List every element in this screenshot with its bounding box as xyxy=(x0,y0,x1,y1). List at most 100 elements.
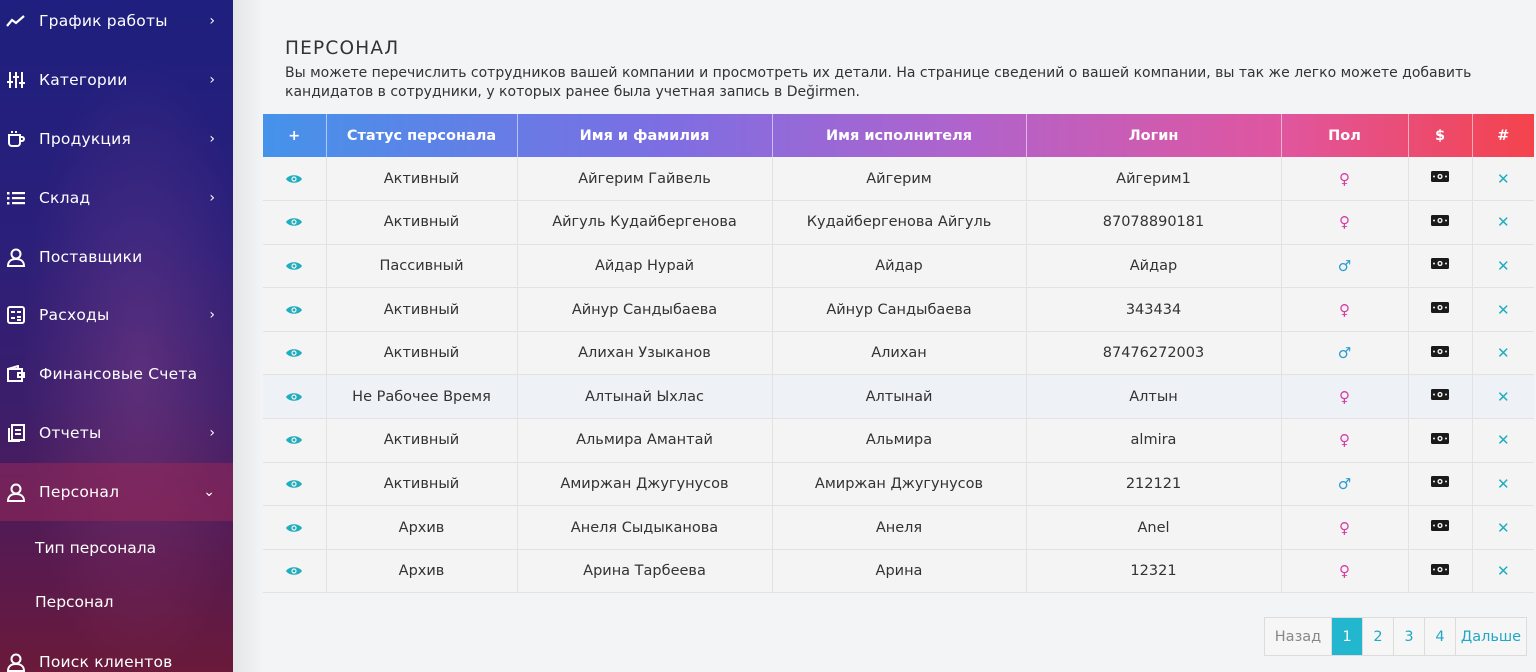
pagination-page-3[interactable]: 3 xyxy=(1394,618,1425,655)
cup-icon xyxy=(4,127,28,151)
cell-performer: Айнур Сандыбаева xyxy=(772,287,1027,332)
view-eye-icon[interactable] xyxy=(263,200,327,245)
cell-login: 87078890181 xyxy=(1026,200,1282,245)
cell-name: Айгерим Гайвель xyxy=(517,157,773,202)
cell-status: Не Рабочее Время xyxy=(326,374,518,420)
sidebar-item-client-search[interactable]: Поиск клиентов xyxy=(0,633,233,672)
cell-name: Амиржан Джугунусов xyxy=(517,462,773,507)
table-row: Активный Алихан Узыканов Алихан 87476272003… xyxy=(263,331,1534,376)
pagination-page-4[interactable]: 4 xyxy=(1425,618,1456,655)
view-eye-icon[interactable] xyxy=(263,157,327,202)
sidebar-subitem-staff-type[interactable]: Тип персонала xyxy=(35,539,156,557)
sidebar-item-staff[interactable]: Персонал ⌄ xyxy=(0,463,233,521)
column-header-actions[interactable]: # xyxy=(1472,114,1534,157)
view-eye-icon[interactable] xyxy=(263,287,327,332)
pagination-prev-button[interactable]: Назад xyxy=(1265,618,1332,655)
male-icon: ♂ xyxy=(1281,462,1409,507)
cell-login: 343434 xyxy=(1026,287,1282,332)
money-icon[interactable] xyxy=(1408,374,1473,420)
view-eye-icon[interactable] xyxy=(263,505,327,550)
sidebar-item-label: Финансовые Счета xyxy=(39,365,198,383)
view-eye-icon[interactable] xyxy=(263,418,327,463)
cell-performer: Анеля xyxy=(772,505,1027,550)
sidebar-item-label: Расходы xyxy=(39,306,110,324)
calculator-icon xyxy=(4,303,28,327)
cell-login: 87476272003 xyxy=(1026,331,1282,376)
delete-icon[interactable]: ✕ xyxy=(1472,200,1534,245)
column-header-gender[interactable]: Пол xyxy=(1281,114,1409,157)
pagination-page-2[interactable]: 2 xyxy=(1363,618,1394,655)
table-row: Активный Айгуль Кудайбергенова Кудайберген… xyxy=(263,200,1534,245)
cell-performer: Айгерим xyxy=(772,157,1027,202)
cell-login: Алтын xyxy=(1026,374,1282,420)
view-eye-icon[interactable] xyxy=(263,549,327,594)
money-icon[interactable] xyxy=(1408,157,1473,202)
column-header-payment[interactable]: $ xyxy=(1408,114,1473,157)
table-row: Пассивный Айдар Нурай Айдар Айдар ♂ ✕ xyxy=(263,244,1534,289)
view-eye-icon[interactable] xyxy=(263,462,327,507)
sidebar-item-products[interactable]: Продукция › xyxy=(0,110,233,168)
chevron-right-icon: › xyxy=(209,13,215,29)
cell-performer: Арина xyxy=(772,549,1027,594)
pagination-next-button[interactable]: Дальше xyxy=(1456,618,1526,655)
money-icon[interactable] xyxy=(1408,418,1473,463)
column-header-login[interactable]: Логин xyxy=(1026,114,1282,157)
money-icon[interactable] xyxy=(1408,549,1473,594)
sidebar-item-warehouse[interactable]: Склад › xyxy=(0,169,233,227)
delete-icon[interactable]: ✕ xyxy=(1472,157,1534,202)
delete-icon[interactable]: ✕ xyxy=(1472,374,1534,420)
delete-icon[interactable]: ✕ xyxy=(1472,418,1534,463)
money-icon[interactable] xyxy=(1408,462,1473,507)
money-icon[interactable] xyxy=(1408,287,1473,332)
money-icon[interactable] xyxy=(1408,200,1473,245)
cell-login: 212121 xyxy=(1026,462,1282,507)
document-icon xyxy=(4,421,28,445)
table-row: Архив Анеля Сыдыканова Анеля Anel ♀ ✕ xyxy=(263,505,1534,550)
pagination-page-1[interactable]: 1 xyxy=(1332,618,1363,655)
table-row: Активный Альмира Амантай Альмира almira ♀ ✕ xyxy=(263,418,1534,463)
cell-status: Активный xyxy=(326,200,518,245)
view-eye-icon[interactable] xyxy=(263,374,327,420)
cell-performer: Алихан xyxy=(772,331,1027,376)
cell-performer: Айдар xyxy=(772,244,1027,289)
sidebar-item-reports[interactable]: Отчеты › xyxy=(0,404,233,462)
cell-name: Арина Тарбеева xyxy=(517,549,773,594)
view-eye-icon[interactable] xyxy=(263,331,327,376)
cell-login: almira xyxy=(1026,418,1282,463)
sidebar-item-finance-accounts[interactable]: Финансовые Счета xyxy=(0,345,233,403)
list-icon xyxy=(4,186,28,210)
cell-status: Активный xyxy=(326,462,518,507)
staff-table: + Статус персонала Имя и фамилия Имя исп… xyxy=(263,114,1534,594)
delete-icon[interactable]: ✕ xyxy=(1472,331,1534,376)
sidebar-item-suppliers[interactable]: Поставщики xyxy=(0,228,233,286)
sidebar-subitem-staff[interactable]: Персонал xyxy=(35,593,114,611)
cell-status: Активный xyxy=(326,418,518,463)
column-header-performer[interactable]: Имя исполнителя xyxy=(772,114,1027,157)
delete-icon[interactable]: ✕ xyxy=(1472,549,1534,594)
column-header-status[interactable]: Статус персонала xyxy=(326,114,518,157)
cell-status: Активный xyxy=(326,331,518,376)
money-icon[interactable] xyxy=(1408,505,1473,550)
view-eye-icon[interactable] xyxy=(263,244,327,289)
delete-icon[interactable]: ✕ xyxy=(1472,287,1534,332)
cell-performer: Амиржан Джугунусов xyxy=(772,462,1027,507)
column-header-name[interactable]: Имя и фамилия xyxy=(517,114,773,157)
sidebar-item-schedule[interactable]: График работы › xyxy=(0,0,233,50)
sidebar-item-expenses[interactable]: Расходы › xyxy=(0,286,233,344)
money-icon[interactable] xyxy=(1408,331,1473,376)
sliders-icon xyxy=(4,68,28,92)
sidebar-item-label: Продукция xyxy=(39,130,131,148)
sidebar-item-label: График работы xyxy=(39,12,168,30)
cell-performer: Альмира xyxy=(772,418,1027,463)
delete-icon[interactable]: ✕ xyxy=(1472,462,1534,507)
table-row: Не Рабочее Время Алтынай Ыхлас Алтынай Алты… xyxy=(263,374,1534,420)
add-staff-button[interactable]: + xyxy=(263,114,327,157)
delete-icon[interactable]: ✕ xyxy=(1472,505,1534,550)
cell-name: Айнур Сандыбаева xyxy=(517,287,773,332)
delete-icon[interactable]: ✕ xyxy=(1472,244,1534,289)
sidebar-item-label: Поиск клиентов xyxy=(39,653,173,671)
sidebar-item-categories[interactable]: Категории › xyxy=(0,51,233,109)
sidebar-item-label: Склад xyxy=(39,189,91,207)
chevron-right-icon: › xyxy=(209,425,215,441)
money-icon[interactable] xyxy=(1408,244,1473,289)
